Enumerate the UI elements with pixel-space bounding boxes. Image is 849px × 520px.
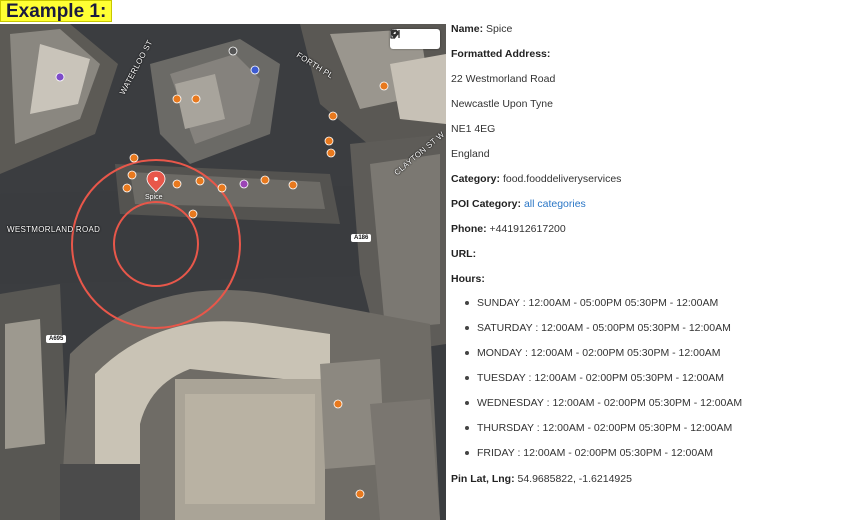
latlng-row: Pin Lat, Lng: 54.9685822, -1.6214925 xyxy=(451,473,632,485)
name-row: Name: Spice xyxy=(451,23,512,35)
poi-marker-grey xyxy=(228,46,238,56)
url-row: URL: xyxy=(451,248,476,260)
hours-item: SATURDAY : 12:00AM - 05:00PM 05:30PM - 1… xyxy=(465,322,742,347)
poi-marker xyxy=(122,183,132,193)
poi-marker xyxy=(127,170,137,180)
address-label: Formatted Address: xyxy=(451,48,551,60)
category-label: Category: xyxy=(451,173,501,185)
poi-marker xyxy=(172,94,182,104)
hours-item: THURSDAY : 12:00AM - 02:00PM 05:30PM - 1… xyxy=(465,422,742,447)
hours-item: TUESDAY : 12:00AM - 02:00PM 05:30PM - 12… xyxy=(465,372,742,397)
poi-marker-purple xyxy=(55,72,65,82)
poi-marker xyxy=(191,94,201,104)
hours-item: WEDNESDAY : 12:00AM - 02:00PM 05:30PM - … xyxy=(465,397,742,422)
poi-marker xyxy=(328,111,338,121)
poi-marker xyxy=(129,153,139,163)
map-imagery xyxy=(0,24,446,520)
road-label-westmorland: WESTMORLAND ROAD xyxy=(7,225,101,234)
hours-item: FRIDAY : 12:00AM - 02:00PM 05:30PM - 12:… xyxy=(465,447,742,472)
url-label: URL: xyxy=(451,248,477,260)
poi-marker xyxy=(217,183,227,193)
phone-value: +441912617200 xyxy=(489,223,566,235)
poi-marker xyxy=(188,209,198,219)
hours-item: MONDAY : 12:00AM - 02:00PM 05:30PM - 12:… xyxy=(465,347,742,372)
map-toolbar xyxy=(390,29,440,49)
road-shield-a695: A695 xyxy=(46,335,67,343)
pin-label: Spice xyxy=(145,194,163,201)
poi-marker-blue xyxy=(250,65,260,75)
name-value: Spice xyxy=(486,23,513,35)
bracket-icon[interactable] xyxy=(390,29,438,45)
address-line: Newcastle Upon Tyne xyxy=(451,98,553,110)
poi-marker xyxy=(355,489,365,499)
example-title: Example 1: xyxy=(0,0,113,22)
poi-category-label: POI Category: xyxy=(451,198,522,210)
poi-marker xyxy=(288,180,298,190)
poi-marker xyxy=(333,399,343,409)
poi-marker-purple xyxy=(239,179,249,189)
category-row: Category: food.fooddeliveryservices xyxy=(451,173,621,185)
hours-list: SUNDAY : 12:00AM - 05:00PM 05:30PM - 12:… xyxy=(465,297,742,472)
poi-category-row: POI Category: all categories xyxy=(451,198,586,210)
address-line: England xyxy=(451,148,490,160)
poi-category-link[interactable]: all categories xyxy=(524,198,586,210)
address-row: Formatted Address: xyxy=(451,48,550,60)
poi-marker xyxy=(324,136,334,146)
poi-details-panel: Name: Spice Formatted Address: 22 Westmo… xyxy=(451,18,849,518)
poi-marker xyxy=(172,179,182,189)
poi-marker xyxy=(260,175,270,185)
phone-row: Phone: +441912617200 xyxy=(451,223,566,235)
hours-item: SUNDAY : 12:00AM - 05:00PM 05:30PM - 12:… xyxy=(465,297,742,322)
eraser-icon[interactable] xyxy=(390,29,421,45)
poi-marker xyxy=(379,81,389,91)
address-line: 22 Westmorland Road xyxy=(451,73,556,85)
latlng-label: Pin Lat, Lng: xyxy=(451,473,515,485)
category-value: food.fooddeliveryservices xyxy=(502,173,622,185)
hours-label: Hours: xyxy=(451,273,485,285)
hours-row: Hours: xyxy=(451,273,485,285)
latlng-value: 54.9685822, -1.6214925 xyxy=(517,473,632,485)
phone-label: Phone: xyxy=(451,223,487,235)
name-label: Name: xyxy=(451,23,484,35)
road-shield-a186: A186 xyxy=(351,234,372,242)
poi-marker xyxy=(195,176,205,186)
satellite-map[interactable]: WATERLOO ST FORTH PL CLAYTON ST W WESTMO… xyxy=(0,24,446,520)
poi-marker xyxy=(326,148,336,158)
address-line: NE1 4EG xyxy=(451,123,496,135)
